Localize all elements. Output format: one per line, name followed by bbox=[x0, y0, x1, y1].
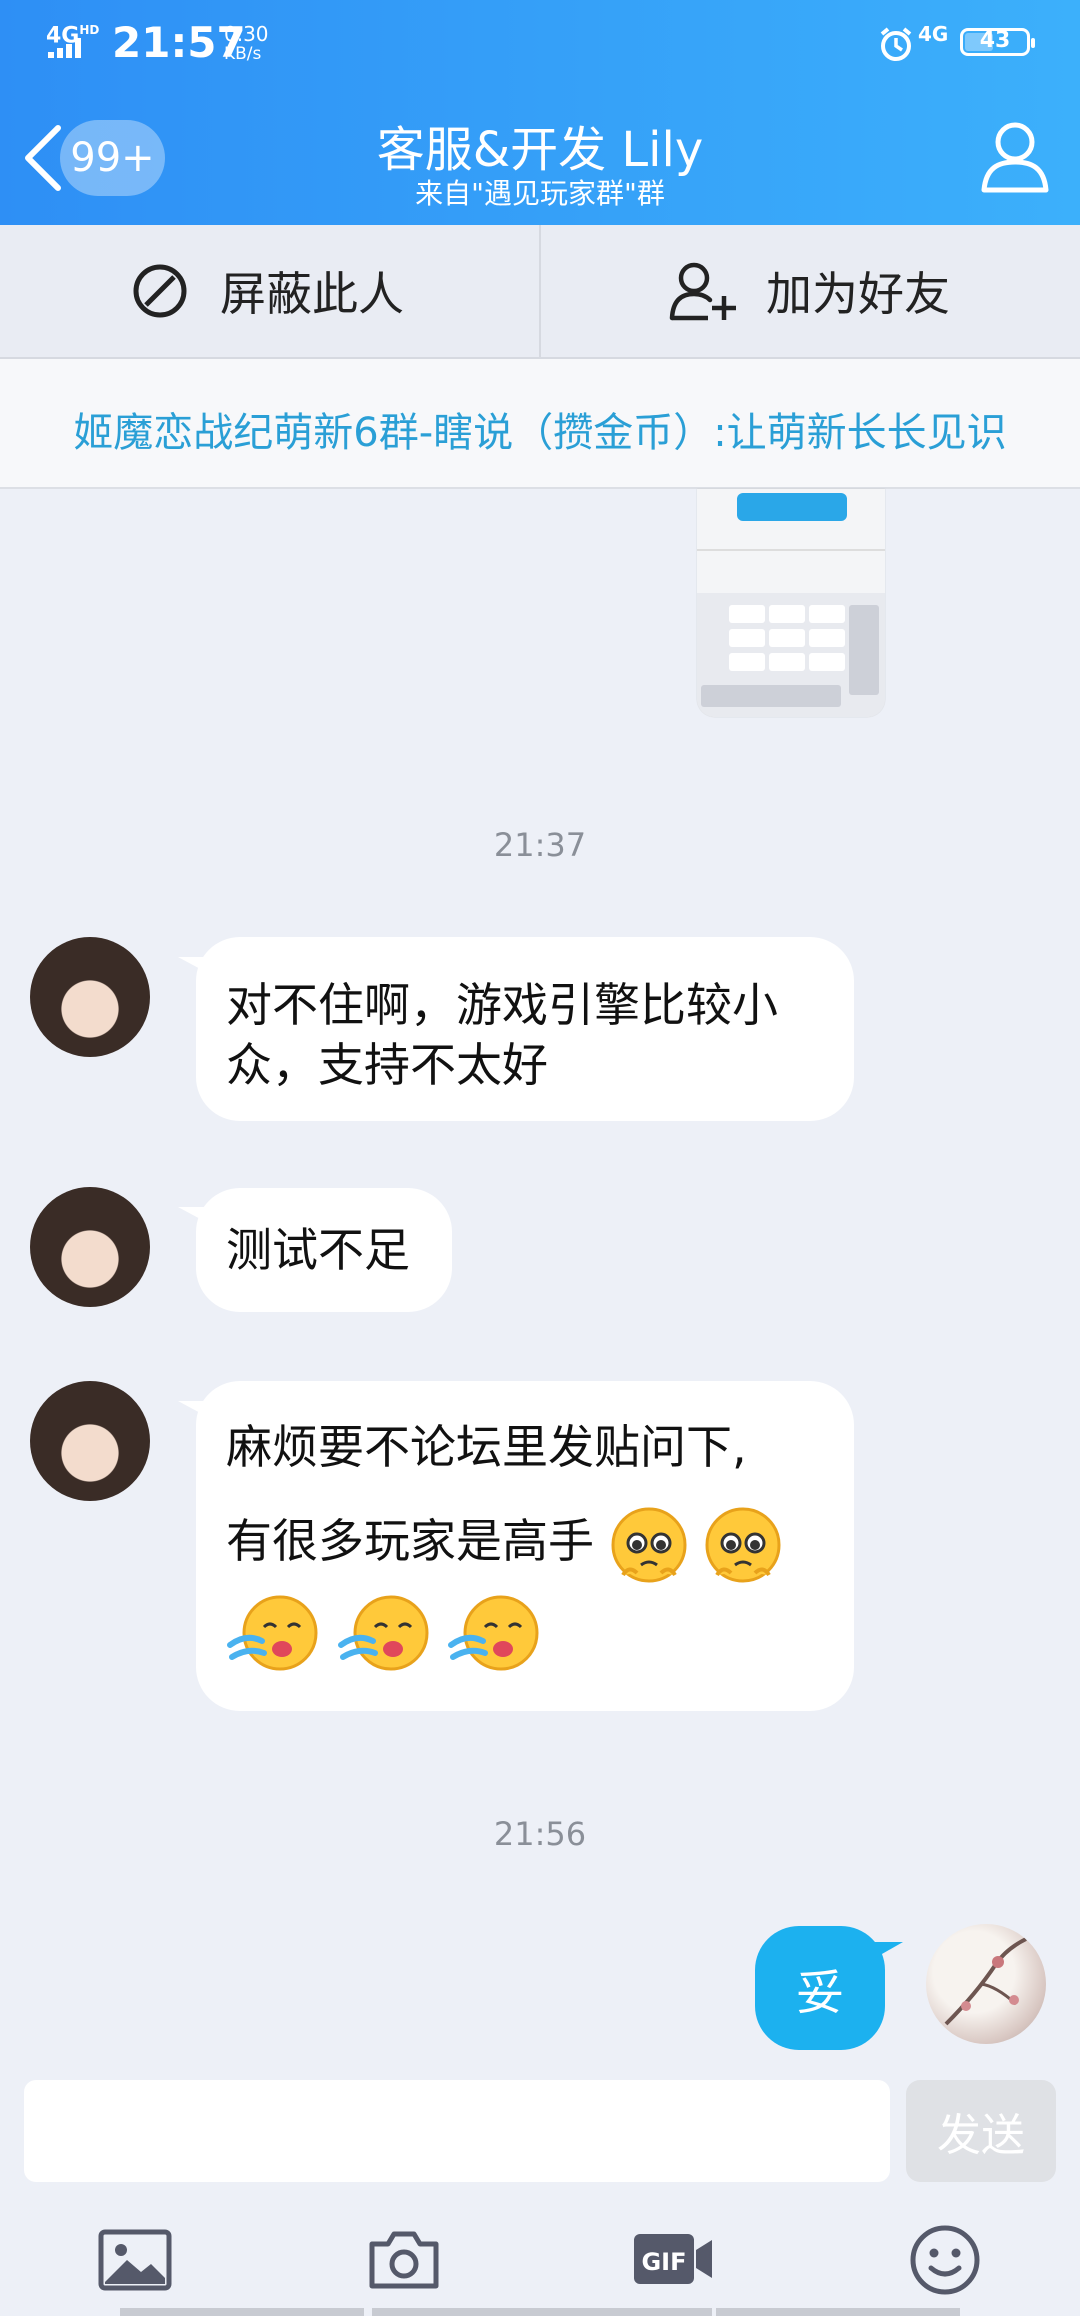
signal-icon bbox=[48, 38, 88, 58]
emoji-icon[interactable] bbox=[905, 2220, 985, 2300]
chat-subtitle: 来自"遇见玩家群"群 bbox=[415, 177, 665, 210]
profile-icon[interactable] bbox=[980, 118, 1050, 194]
network-type-right: 4G bbox=[918, 22, 949, 46]
sender-avatar[interactable] bbox=[30, 937, 150, 1057]
my-avatar[interactable] bbox=[926, 1924, 1046, 2044]
send-button[interactable]: 发送 bbox=[906, 2080, 1056, 2182]
message-emoji-row bbox=[226, 1591, 824, 1675]
crying-face-emoji-icon bbox=[337, 1595, 429, 1670]
block-user-label: 屏蔽此人 bbox=[220, 267, 404, 321]
time-divider: 21:37 bbox=[493, 826, 587, 864]
battery-icon: 43 bbox=[960, 28, 1035, 56]
alarm-icon bbox=[880, 27, 912, 61]
chat-title: 客服&开发 Lily bbox=[376, 122, 704, 178]
message-bubble[interactable]: 麻烦要不论坛里发贴问下, 有很多玩家是高手 bbox=[196, 1381, 854, 1711]
message-text: 测试不足 bbox=[226, 1223, 410, 1277]
battery-level: 43 bbox=[979, 28, 1011, 53]
message-bubble[interactable]: 测试不足 bbox=[196, 1188, 452, 1312]
my-bubble-tail bbox=[875, 1942, 903, 1958]
my-message-text: 妥 bbox=[795, 1965, 844, 2021]
thumbnail-keyboard bbox=[697, 593, 885, 717]
add-friend-label: 加为好友 bbox=[766, 267, 950, 321]
message-text-line2: 有很多玩家是高手 bbox=[226, 1514, 594, 1568]
sender-avatar[interactable] bbox=[30, 1381, 150, 1501]
add-friend-button[interactable]: 加为好友 bbox=[668, 258, 950, 324]
crying-face-emoji-icon bbox=[448, 1595, 539, 1670]
message-bubble[interactable]: 对不住啊，游戏引擎比较小众，支持不太好 bbox=[196, 937, 854, 1121]
net-speed-unit: KB/s bbox=[224, 44, 262, 64]
time-divider: 21:56 bbox=[493, 1815, 587, 1853]
block-icon bbox=[133, 264, 187, 318]
camera-icon[interactable] bbox=[364, 2220, 444, 2300]
block-user-button[interactable]: 屏蔽此人 bbox=[130, 258, 404, 324]
message-text: 对不住啊，游戏引擎比较小众，支持不太好 bbox=[226, 978, 778, 1092]
pleading-face-emoji-icon bbox=[611, 1507, 687, 1582]
pleading-face-emoji-icon bbox=[705, 1507, 781, 1582]
message-text-line1: 麻烦要不论坛里发贴问下, bbox=[226, 1420, 747, 1474]
gif-icon[interactable]: GIF bbox=[630, 2220, 716, 2300]
toolbar-indicator bbox=[716, 2308, 960, 2316]
add-friend-icon bbox=[669, 262, 736, 321]
my-message-bubble[interactable]: 妥 bbox=[755, 1926, 885, 2050]
net-speed-value: 0.30 bbox=[224, 22, 269, 46]
crying-face-emoji-icon bbox=[227, 1595, 318, 1670]
image-icon[interactable] bbox=[95, 2220, 175, 2300]
toolbar-indicator bbox=[372, 2308, 712, 2316]
thumbnail-bubble bbox=[737, 493, 847, 521]
group-banner-text[interactable]: 姬魔恋战纪萌新6群-瞎说（攒金币）:让萌新长长见识 bbox=[0, 400, 1080, 458]
message-text-line2-row: 有很多玩家是高手 bbox=[226, 1501, 824, 1587]
image-message-thumbnail[interactable] bbox=[697, 489, 885, 717]
action-divider bbox=[539, 225, 541, 357]
message-input[interactable] bbox=[24, 2080, 890, 2182]
thumbnail-divider bbox=[697, 549, 885, 551]
svg-text:GIF: GIF bbox=[641, 2248, 686, 2276]
toolbar-indicator bbox=[120, 2308, 364, 2316]
sender-avatar[interactable] bbox=[30, 1187, 150, 1307]
avatar-blossom-icon bbox=[944, 1937, 1027, 2026]
